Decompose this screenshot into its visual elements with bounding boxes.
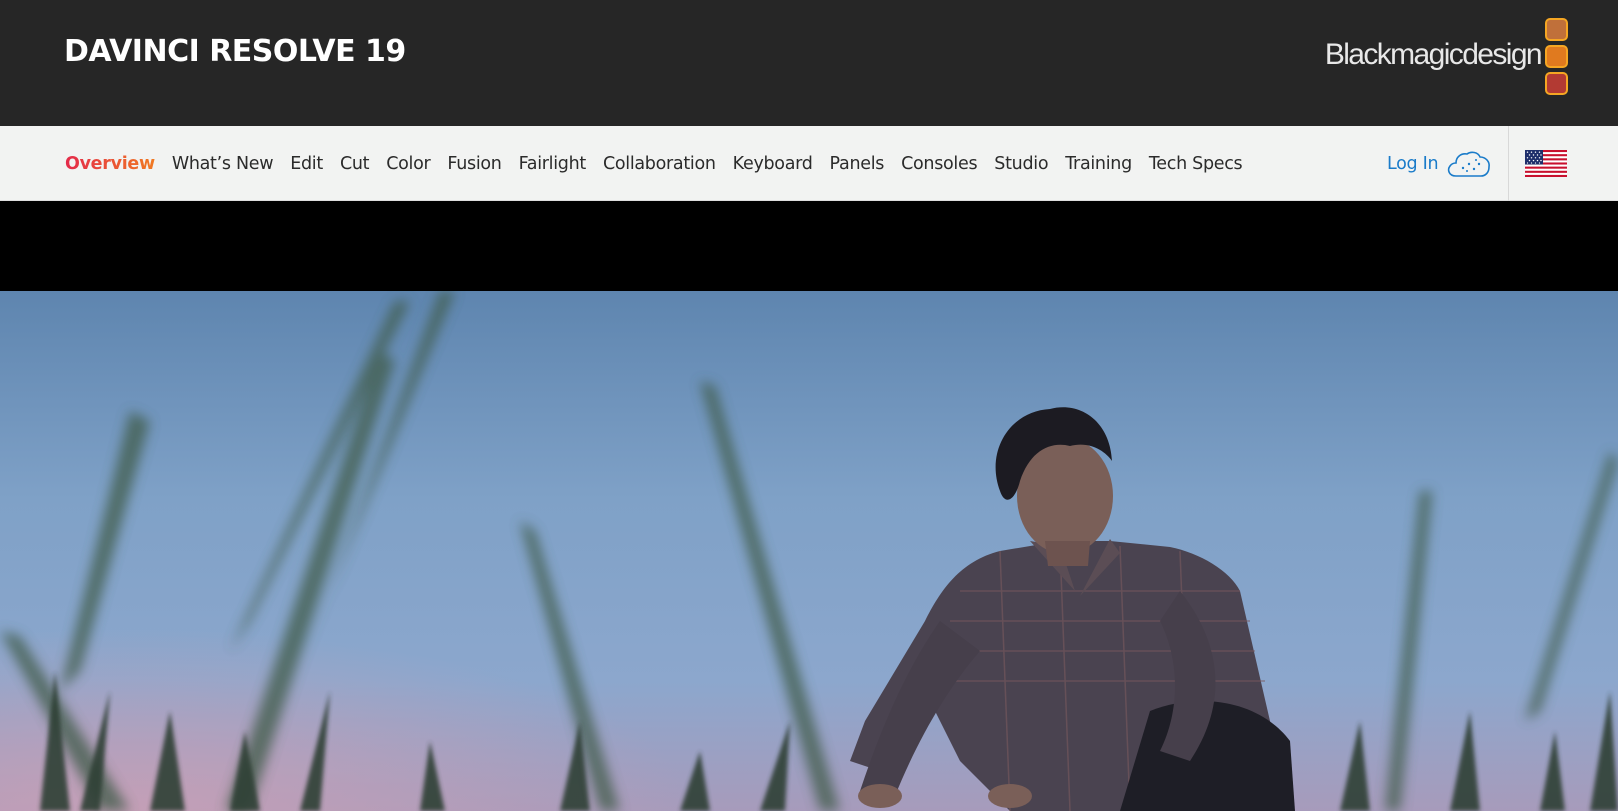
nav-item-edit[interactable]: Edit — [290, 154, 323, 174]
brand-square-top — [1545, 17, 1568, 41]
nav-item-fairlight[interactable]: Fairlight — [519, 154, 587, 174]
nav-item-collaboration[interactable]: Collaboration — [603, 154, 716, 174]
brand-wordmark: Blackmagicdesign — [1324, 38, 1543, 71]
nav-item-studio[interactable]: Studio — [994, 154, 1048, 174]
main-nav: Overview What’s New Edit Cut Color Fusio… — [0, 126, 1618, 201]
nav-item-panels[interactable]: Panels — [830, 154, 885, 174]
hero-illustration — [0, 291, 1618, 811]
hero-image — [0, 291, 1618, 811]
nav-item-fusion[interactable]: Fusion — [447, 154, 501, 174]
nav-item-whats-new[interactable]: What’s New — [172, 154, 274, 174]
blackmagic-logo[interactable]: Blackmagicdesign — [1325, 16, 1568, 96]
brand-squares-icon — [1545, 17, 1568, 95]
login-label: Log In — [1387, 153, 1439, 174]
nav-item-overview[interactable]: Overview — [65, 154, 155, 174]
nav-divider — [1508, 126, 1509, 201]
nav-item-consoles[interactable]: Consoles — [901, 154, 978, 174]
us-flag-icon[interactable] — [1525, 150, 1567, 177]
nav-list: Overview What’s New Edit Cut Color Fusio… — [65, 126, 1243, 201]
nav-item-cut[interactable]: Cut — [340, 154, 370, 174]
login-link[interactable]: Log In — [1387, 126, 1492, 201]
nav-item-training[interactable]: Training — [1065, 154, 1132, 174]
hero-top-band — [0, 201, 1618, 291]
nav-item-color[interactable]: Color — [386, 154, 431, 174]
nav-item-tech-specs[interactable]: Tech Specs — [1149, 154, 1243, 174]
top-header: DAVINCI RESOLVE 19 Blackmagicdesign — [0, 0, 1618, 126]
product-title[interactable]: DAVINCI RESOLVE 19 — [64, 32, 406, 72]
brand-square-bottom — [1545, 71, 1568, 95]
nav-item-keyboard[interactable]: Keyboard — [733, 154, 813, 174]
cloud-icon — [1448, 151, 1491, 177]
brand-square-middle — [1545, 44, 1568, 68]
